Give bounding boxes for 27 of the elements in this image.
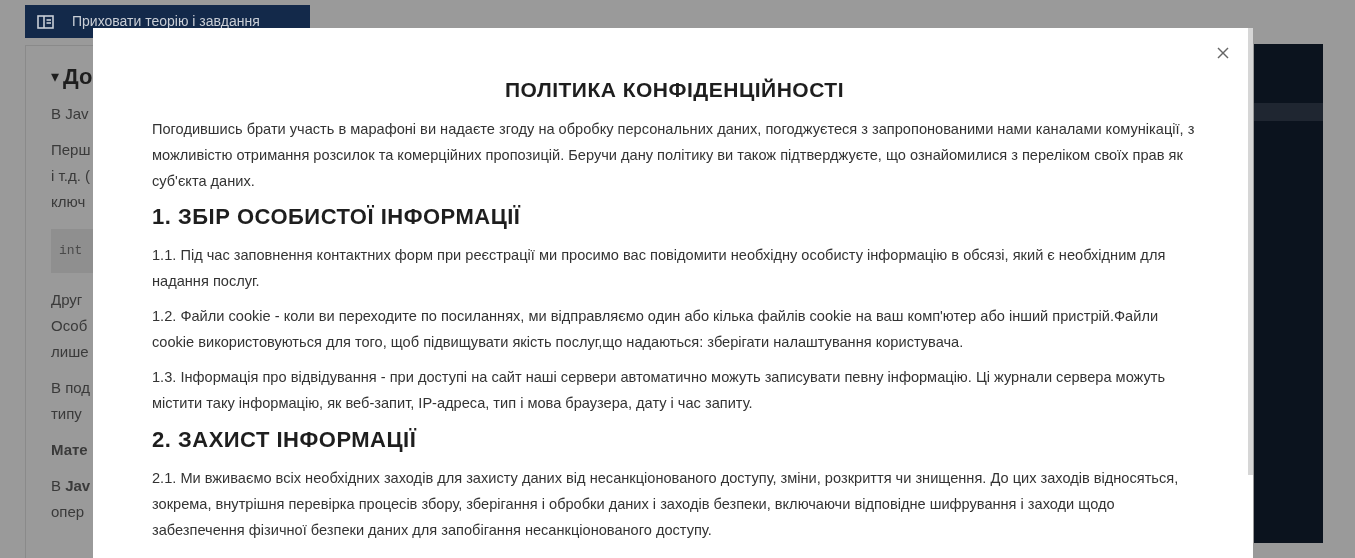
close-button[interactable] (1215, 45, 1231, 61)
section-heading: 1. ЗБІР ОСОБИСТОЇ ІНФОРМАЦІЇ (152, 203, 522, 231)
policy-paragraph: 1.2. Файли cookie - коли ви переходите по посиланнях, ми відправляємо один або кілька файлів cookie на ваш комп'ютер або інший пристрій.Файли cookie використовуються для того, щоб підвищувати якість послуг,що надаються: зберігати налаштування користувача. (152, 307, 1160, 352)
code-text: int (59, 242, 83, 261)
highlighted-row (1254, 103, 1323, 121)
paragraph-text: Друг (51, 290, 83, 310)
policy-paragraph: 1.3. Інформація про відвідування - при доступі на сайт наші сервери автоматично можуть записувати певну інформацію. Ці журнали сервера можуть містити таку інформацію, як веб-запит, IP-адреса, тип і мова браузера, дату і час запиту. (152, 368, 1167, 413)
policy-paragraph: 1.1. Під час заповнення контактних форм при реєстрації ми просимо вас повідомити необхідну особисту інформацію в обсязі, який є необхідним для надання послуг. (152, 246, 1167, 291)
paragraph-text: Особ (51, 316, 88, 336)
paragraph-text: ключ (51, 192, 86, 212)
paragraph-text: В Jav (51, 104, 89, 124)
modal-title: ПОЛІТИКА КОНФІДЕНЦІЙНОСТІ (504, 77, 845, 103)
paragraph-text: типу (51, 404, 82, 424)
paragraph-text: В под (51, 378, 91, 398)
policy-paragraph: 2.1. Ми вживаємо всіх необхідних заходів для захисту даних від несанкціонованого доступу, зміни, розкриття чи знищення. До цих заходів відносяться, зокрема, внутрішня перевірка процесів збору, зберігання і обробки даних і заходів безпеки, включаючи відповідне шифрування і заходи щодо забезпечення фізичної безпеки даних для запобігання несанкціонованого доступу. (152, 469, 1180, 540)
paragraph-text: і т.д. ( (51, 166, 90, 186)
paragraph-text: лише (51, 342, 89, 362)
sidebar-panel-icon (37, 14, 54, 29)
section-heading: 2. ЗАХИСТ ІНФОРМАЦІЇ (152, 426, 418, 454)
paragraph-text: Мате (51, 440, 88, 460)
paragraph-text: Перш (51, 140, 91, 160)
section-heading: До (63, 63, 93, 91)
caret-icon[interactable]: ▾ (51, 64, 59, 89)
policy-paragraph: Погодившись брати участь в марафоні ви надаєте згоду на обробку персональних даних, погоджуєтеся з запропонованими нами каналами комунікації, з можливістю отримання розсилок та комерційних пропозицій. Беручи дану політику ви також підтверджуєте, що ознайомилися з переліком своїх прав як суб'єкта даних. (152, 120, 1196, 191)
close-icon (1217, 47, 1229, 59)
paragraph-text: опер (51, 502, 85, 522)
paragraph-text: В Jav (51, 476, 91, 496)
